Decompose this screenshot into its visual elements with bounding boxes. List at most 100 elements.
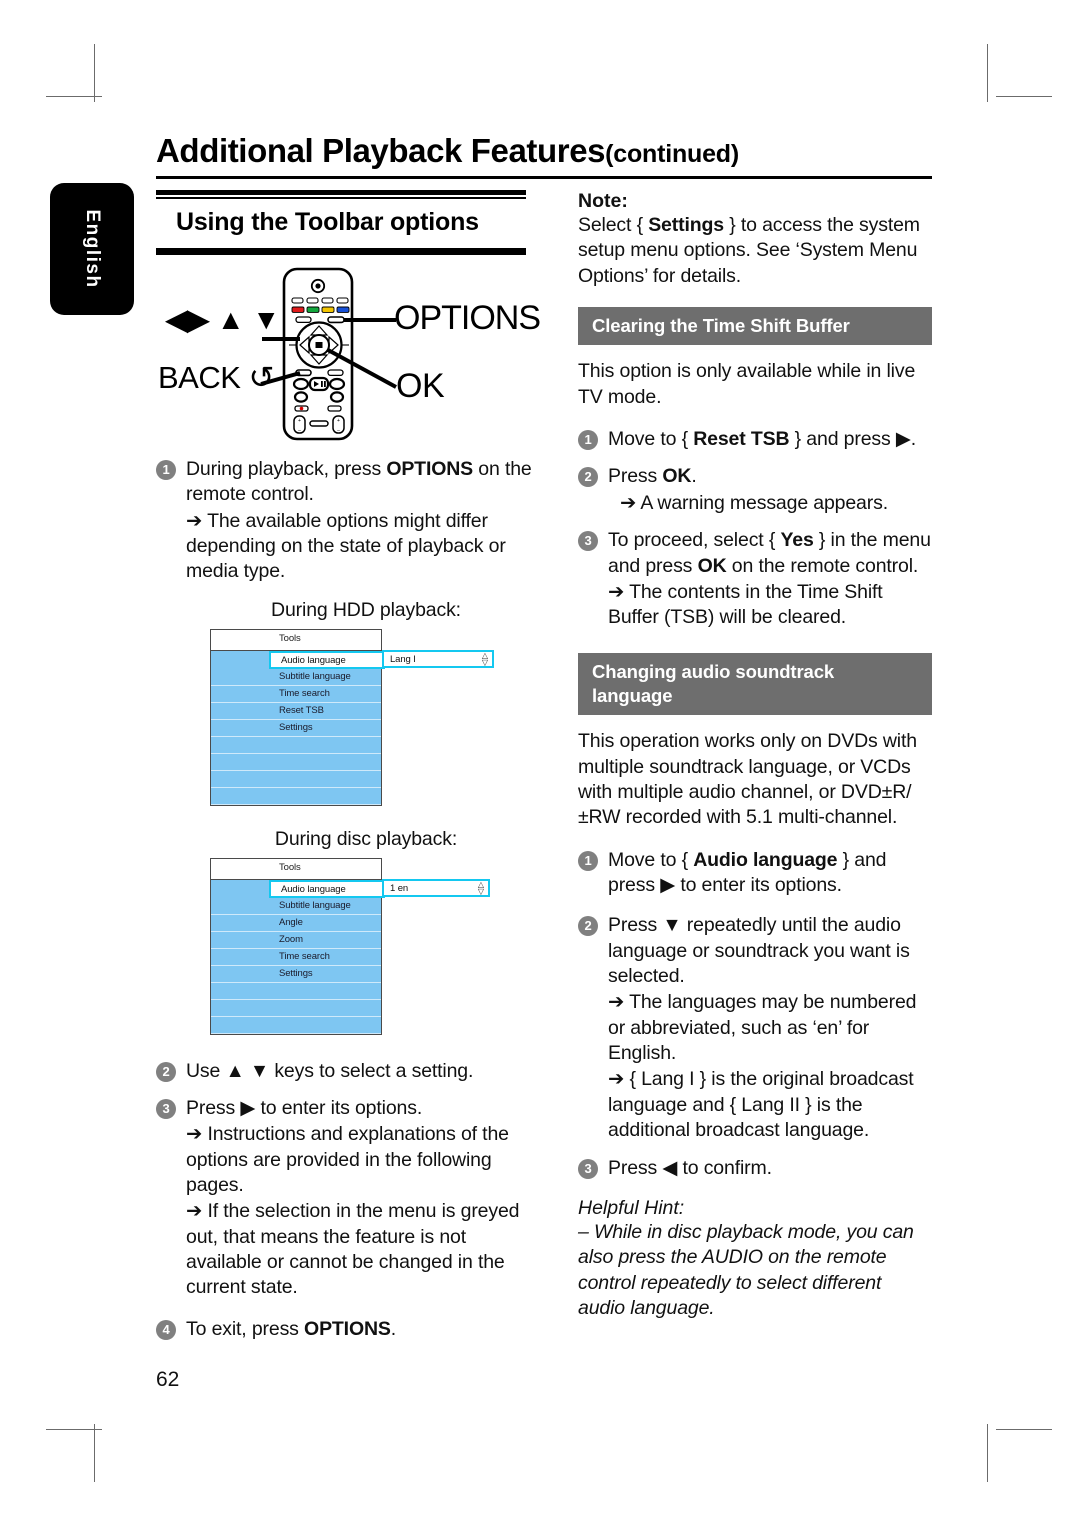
hdd-menu-item-4-label: Settings <box>279 722 313 734</box>
remote-label-ok: OK <box>396 367 445 405</box>
step-number-2: 2 <box>156 1061 176 1082</box>
svg-text:–: – <box>337 428 340 434</box>
hdd-menu-item-2-label: Time search <box>279 688 330 700</box>
tsb-intro: This option is only available while in l… <box>578 360 916 408</box>
hdd-tools-menu: Tools Audio language Subtitle language T… <box>210 628 540 806</box>
hdd-menu-empty-row-2 <box>211 754 381 771</box>
hdd-menu-title: Tools <box>279 632 301 644</box>
tsb-section: Clearing the Time Shift Buffer This opti… <box>578 307 932 631</box>
left-step-4-text-before: To exit, press <box>186 1317 305 1340</box>
disc-menu-caption: During disc playback: <box>274 827 458 850</box>
tsb-step-1-before: Move to { <box>608 428 694 451</box>
left-step-4-text-after: . <box>390 1317 397 1340</box>
disc-menu-block: During disc playback: Tools Audio langua… <box>156 828 534 1035</box>
audio-section: Changing audio soundtrack language This o… <box>578 652 932 1322</box>
hdd-menu-item-1-label: Subtitle language <box>279 671 351 683</box>
yellow-button <box>321 306 335 313</box>
hdd-menu-item-1[interactable]: Subtitle language <box>211 669 381 686</box>
step-number-2: 2 <box>578 467 598 488</box>
page-title-text: Additional Playback Features <box>156 132 606 169</box>
language-tab: English <box>50 183 134 315</box>
spinner-icon[interactable]: △ ▽ <box>478 880 484 895</box>
remote-control-svg: + – + – <box>260 267 397 441</box>
audio-step-3-text: Press ◀ to confirm. <box>608 1156 772 1179</box>
step-number-1: 1 <box>578 430 598 451</box>
audio-step-1: 1 Move to { Audio language } and press ▶… <box>578 848 932 899</box>
hdd-menu-item-3-label: Reset TSB <box>279 705 324 717</box>
disc-menu-item-1-label: Subtitle language <box>279 900 351 912</box>
svg-text:–: – <box>298 428 301 434</box>
toolbar-options-heading-label: Using the Toolbar options <box>176 208 479 236</box>
hdd-menu-item-2[interactable]: Time search <box>211 686 381 703</box>
hdd-menu-empty-row-4 <box>211 788 381 805</box>
step-number-3: 3 <box>578 1158 598 1179</box>
remote-control-illustration: + – + – ◀▶ ▲ ▼ BACK ↺ OPTIONS OK <box>156 265 541 451</box>
disc-menu-item-5[interactable]: Settings <box>211 966 381 983</box>
hdd-menu-body: Audio language Subtitle language Time se… <box>211 650 385 805</box>
audio-step-2-sub-1: ➔ The languages may be numbered or abbre… <box>608 991 917 1065</box>
tsb-step-2: 2 Press OK. ➔ A warning message appears. <box>578 464 932 516</box>
hdd-menu-item-4[interactable]: Settings <box>211 720 381 737</box>
hdd-menu-audio-value: Lang I <box>390 653 416 665</box>
note-label: Note: <box>578 190 628 212</box>
page-title-continued: (continued) <box>605 140 739 168</box>
svg-text:+: + <box>298 418 301 424</box>
left-step-1-text-before: During playback, press <box>186 458 387 480</box>
svg-text:+: + <box>337 418 340 424</box>
step-number-4: 4 <box>156 1319 176 1340</box>
step-number-3: 3 <box>578 531 598 552</box>
hdd-menu-audio-value-box[interactable]: Lang I △ ▽ <box>382 649 494 668</box>
hdd-menu-item-3[interactable]: Reset TSB <box>211 703 381 720</box>
audio-intro: This operation works only on DVDs with m… <box>578 730 917 829</box>
hdd-menu-item-audio-language[interactable]: Audio language <box>269 650 385 669</box>
disc-menu-item-3[interactable]: Zoom <box>211 932 381 949</box>
note-text-before: Select { <box>578 214 649 236</box>
disc-menu-audio-value-box[interactable]: 1 en △ ▽ <box>382 878 490 897</box>
remote-label-nav-keys: ◀▶ ▲ ▼ <box>166 304 281 335</box>
left-step-1-bold: OPTIONS <box>386 458 474 480</box>
audio-step-3: 3 Press ◀ to confirm. <box>578 1156 932 1181</box>
spinner-icon[interactable]: △ ▽ <box>482 651 488 666</box>
tsb-step-3-bold: Yes <box>780 529 814 552</box>
left-step-4: 4 To exit, press OPTIONS. <box>156 1317 534 1342</box>
step-number-1: 1 <box>578 850 598 871</box>
crop-mark-top-right-vertical <box>987 44 988 102</box>
disc-menu-titlebar: Tools <box>211 858 381 880</box>
toolbar-options-heading: Using the Toolbar options <box>156 190 526 255</box>
tsb-step-3-after-2: on the remote control. <box>726 554 919 577</box>
tsb-section-heading: Clearing the Time Shift Buffer <box>578 307 932 346</box>
crop-mark-bottom-left-horizontal <box>46 1429 102 1430</box>
tsb-step-1: 1 Move to { Reset TSB } and press ▶. <box>578 427 932 452</box>
hdd-menu-empty-row-1 <box>211 737 381 754</box>
page-title: Additional Playback Features(continued) <box>156 132 932 170</box>
left-step-3-text: Press ▶ to enter its options. <box>186 1097 423 1120</box>
step-number-2: 2 <box>578 916 598 937</box>
options-button <box>327 316 345 324</box>
disc-menu-audio-value: 1 en <box>390 882 409 894</box>
audio-section-heading-line1: Changing audio soundtrack <box>592 660 835 682</box>
tsb-step-3-sub-1: ➔ The contents in the Time Shift Buffer … <box>608 580 883 629</box>
left-step-1: 1 During playback, press OPTIONS on the … <box>156 457 534 585</box>
left-step-2-text: Use ▲ ▼ keys to select a setting. <box>186 1059 474 1082</box>
hdd-menu-item-audio-language-label: Audio language <box>281 654 346 666</box>
left-step-3-sub-1: ➔ Instructions and explanations of the o… <box>186 1123 509 1197</box>
remote-label-options: OPTIONS <box>394 299 541 337</box>
disc-menu-item-2[interactable]: Angle <box>211 915 381 932</box>
note-block: Note: Select { Settings } to access the … <box>578 190 932 289</box>
disc-menu-item-audio-language[interactable]: Audio language <box>269 879 385 898</box>
disc-menu-item-2-label: Angle <box>279 917 303 929</box>
crop-mark-bottom-left-vertical <box>94 1424 95 1482</box>
page-title-block: Additional Playback Features(continued) <box>156 132 932 179</box>
disc-menu-item-1[interactable]: Subtitle language <box>211 898 381 915</box>
hdd-menu-frame: Tools Audio language Subtitle language T… <box>210 628 385 806</box>
disc-menu-item-4[interactable]: Time search <box>211 949 381 966</box>
left-column: Using the Toolbar options + – + – ◀▶ ▲ ▼… <box>156 190 541 1354</box>
page-title-rule <box>156 176 932 179</box>
disc-menu-item-5-label: Settings <box>279 968 313 980</box>
tsb-step-1-after: } and press ▶. <box>789 428 916 451</box>
helpful-hint-body: – While in disc playback mode, you can a… <box>578 1220 914 1319</box>
helpful-hint-title: Helpful Hint: <box>578 1196 685 1219</box>
disc-menu-empty-row-3 <box>211 1017 381 1034</box>
tsb-step-2-bold: OK <box>662 465 692 488</box>
tsb-step-2-before: Press <box>608 465 663 488</box>
